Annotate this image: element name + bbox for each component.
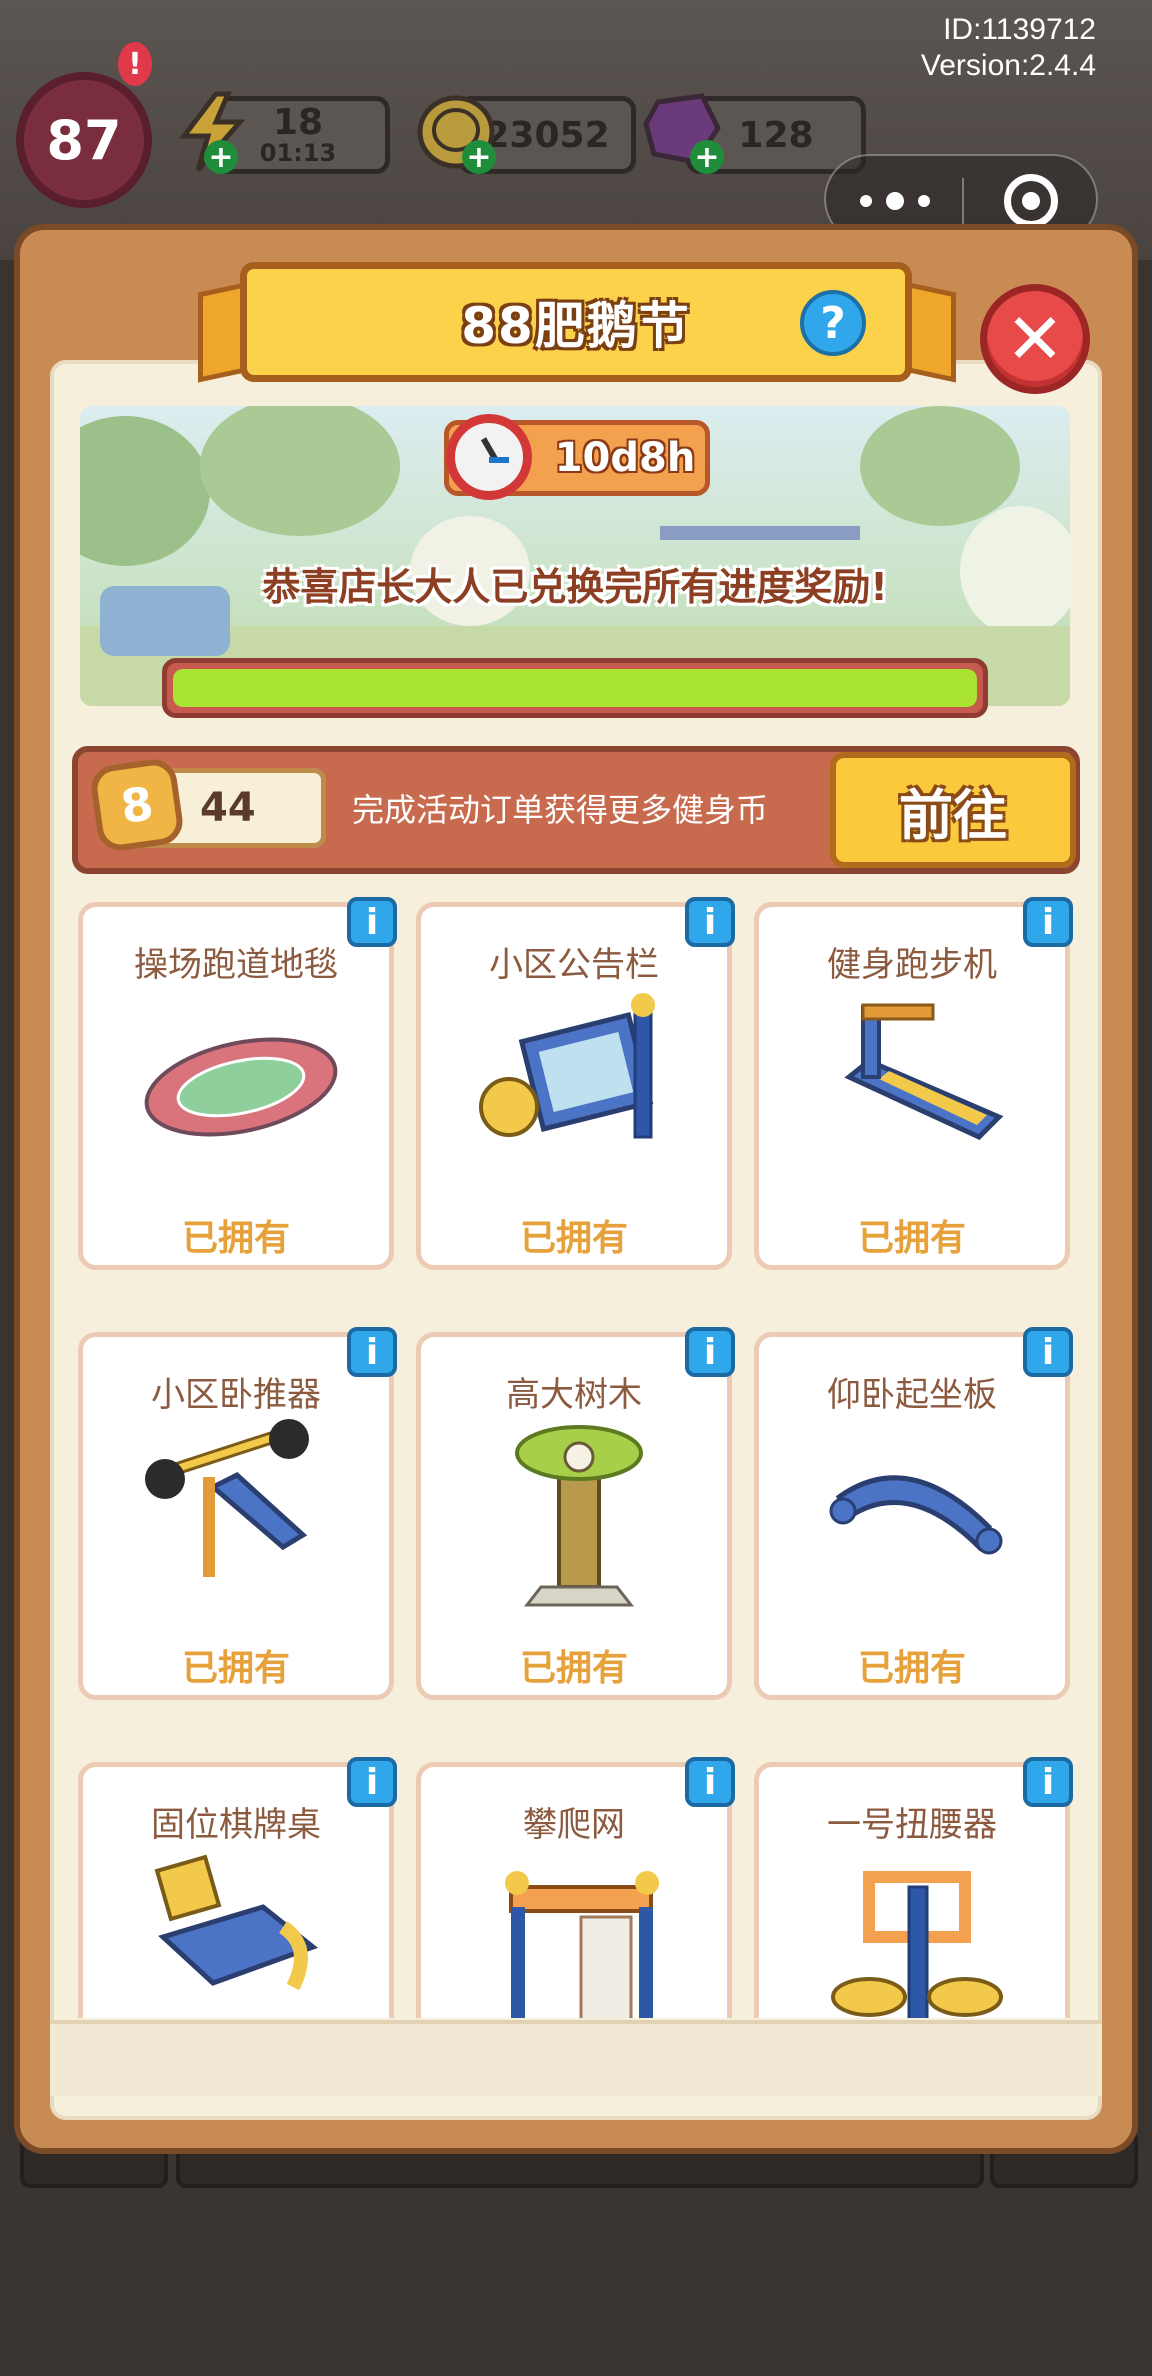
item-card[interactable]: 高大树木 已拥有 i xyxy=(416,1327,735,1700)
item-card[interactable]: 小区卧推器 已拥有 i xyxy=(78,1327,397,1700)
situp-board-icon xyxy=(829,1475,1003,1555)
item-name: 固位棋牌桌 xyxy=(151,1805,321,1845)
billboard-icon xyxy=(479,993,655,1139)
tree-icon xyxy=(515,1425,643,1607)
item-name: 小区卧推器 xyxy=(151,1375,321,1415)
scene-tree xyxy=(860,406,1020,526)
item-name: 高大树木 xyxy=(506,1375,642,1415)
version-info: ID:1139712 Version:2.4.4 xyxy=(921,12,1096,84)
progress-fill xyxy=(173,669,977,707)
item-name: 一号扭腰器 xyxy=(827,1805,997,1845)
item-card[interactable]: 操场跑道地毯 已拥有 i xyxy=(78,897,397,1270)
item-name: 小区公告栏 xyxy=(489,945,659,985)
fitness-coin-icon: 8 xyxy=(88,756,186,854)
timer-text: 10d8h xyxy=(554,435,696,481)
level-badge[interactable]: 87 xyxy=(16,72,152,208)
treadmill-icon xyxy=(844,1003,1004,1141)
more-menu-icon[interactable] xyxy=(860,182,930,220)
owned-status: 已拥有 xyxy=(181,1218,290,1259)
owned-status: 已拥有 xyxy=(519,1648,628,1689)
owned-status: 已拥有 xyxy=(857,1648,966,1689)
energy-timer: 01:13 xyxy=(259,139,337,167)
panel-title: 88肥鹅节 xyxy=(461,297,691,355)
owned-status: 已拥有 xyxy=(181,1648,290,1689)
add-coins-button[interactable]: + xyxy=(462,140,496,175)
scene-tree xyxy=(80,416,210,566)
item-name: 攀爬网 xyxy=(523,1805,625,1845)
item-card[interactable]: 仰卧起坐板 已拥有 i xyxy=(754,1327,1073,1700)
info-icon[interactable]: i xyxy=(1023,1757,1073,1807)
owned-status: 已拥有 xyxy=(857,1218,966,1259)
coins-value: 23052 xyxy=(484,114,610,156)
info-icon[interactable]: i xyxy=(347,897,397,947)
capsule-divider xyxy=(962,178,964,224)
panel-footer xyxy=(50,2020,1102,2096)
chess-table-icon xyxy=(154,1854,319,1991)
info-icon[interactable]: i xyxy=(347,1757,397,1807)
progress-bar xyxy=(162,658,988,718)
version-text: Version:2.4.4 xyxy=(920,49,1096,82)
info-icon[interactable]: i xyxy=(685,1757,735,1807)
add-energy-button[interactable]: + xyxy=(204,140,238,175)
energy-value: 18 xyxy=(272,102,324,143)
item-card[interactable]: 攀爬网 i xyxy=(416,1757,735,2018)
item-name: 操场跑道地毯 xyxy=(134,945,338,985)
item-card[interactable]: 小区公告栏 已拥有 i xyxy=(416,897,735,1270)
owned-status: 已拥有 xyxy=(519,1218,628,1259)
congrats-message: 恭喜店长大人已兑换完所有进度奖励! xyxy=(262,565,888,609)
scene-tree xyxy=(200,406,400,536)
scene-bar xyxy=(660,526,860,540)
info-icon[interactable]: i xyxy=(685,1327,735,1377)
item-grid: 操场跑道地毯 已拥有 i 小区公告栏 已拥有 i 健身跑步机 已拥有 i 小区卧… xyxy=(72,892,1080,2018)
info-icon[interactable]: i xyxy=(1023,1327,1073,1377)
alert-icon: ! xyxy=(118,42,152,86)
info-icon[interactable]: i xyxy=(685,897,735,947)
item-card[interactable]: 健身跑步机 已拥有 i xyxy=(754,897,1073,1270)
info-icon[interactable]: i xyxy=(347,1327,397,1377)
coin-description: 完成活动订单获得更多健身币 xyxy=(352,791,769,829)
waist-twister-icon xyxy=(831,1871,1003,2018)
user-id: ID:1139712 xyxy=(943,13,1096,46)
help-button[interactable]: ? xyxy=(800,290,866,356)
item-name: 仰卧起坐板 xyxy=(827,1375,997,1415)
info-icon[interactable]: i xyxy=(1023,897,1073,947)
item-name: 健身跑步机 xyxy=(827,945,997,985)
clock-icon xyxy=(446,414,532,500)
add-gems-button[interactable]: + xyxy=(690,140,724,175)
bench-press-icon xyxy=(145,1419,309,1577)
climbing-net-icon xyxy=(505,1871,659,2018)
close-button[interactable]: ✕ xyxy=(980,284,1090,394)
coin-count: 44 xyxy=(200,785,256,831)
track-icon xyxy=(144,1037,338,1137)
item-card[interactable]: 固位棋牌桌 i xyxy=(78,1757,397,2018)
go-button[interactable]: 前往 xyxy=(830,752,1076,868)
item-card[interactable]: 一号扭腰器 i xyxy=(754,1757,1073,2018)
gems-value: 128 xyxy=(738,114,814,156)
level-value: 87 xyxy=(46,108,122,172)
exit-mini-program-icon[interactable] xyxy=(1004,174,1058,228)
